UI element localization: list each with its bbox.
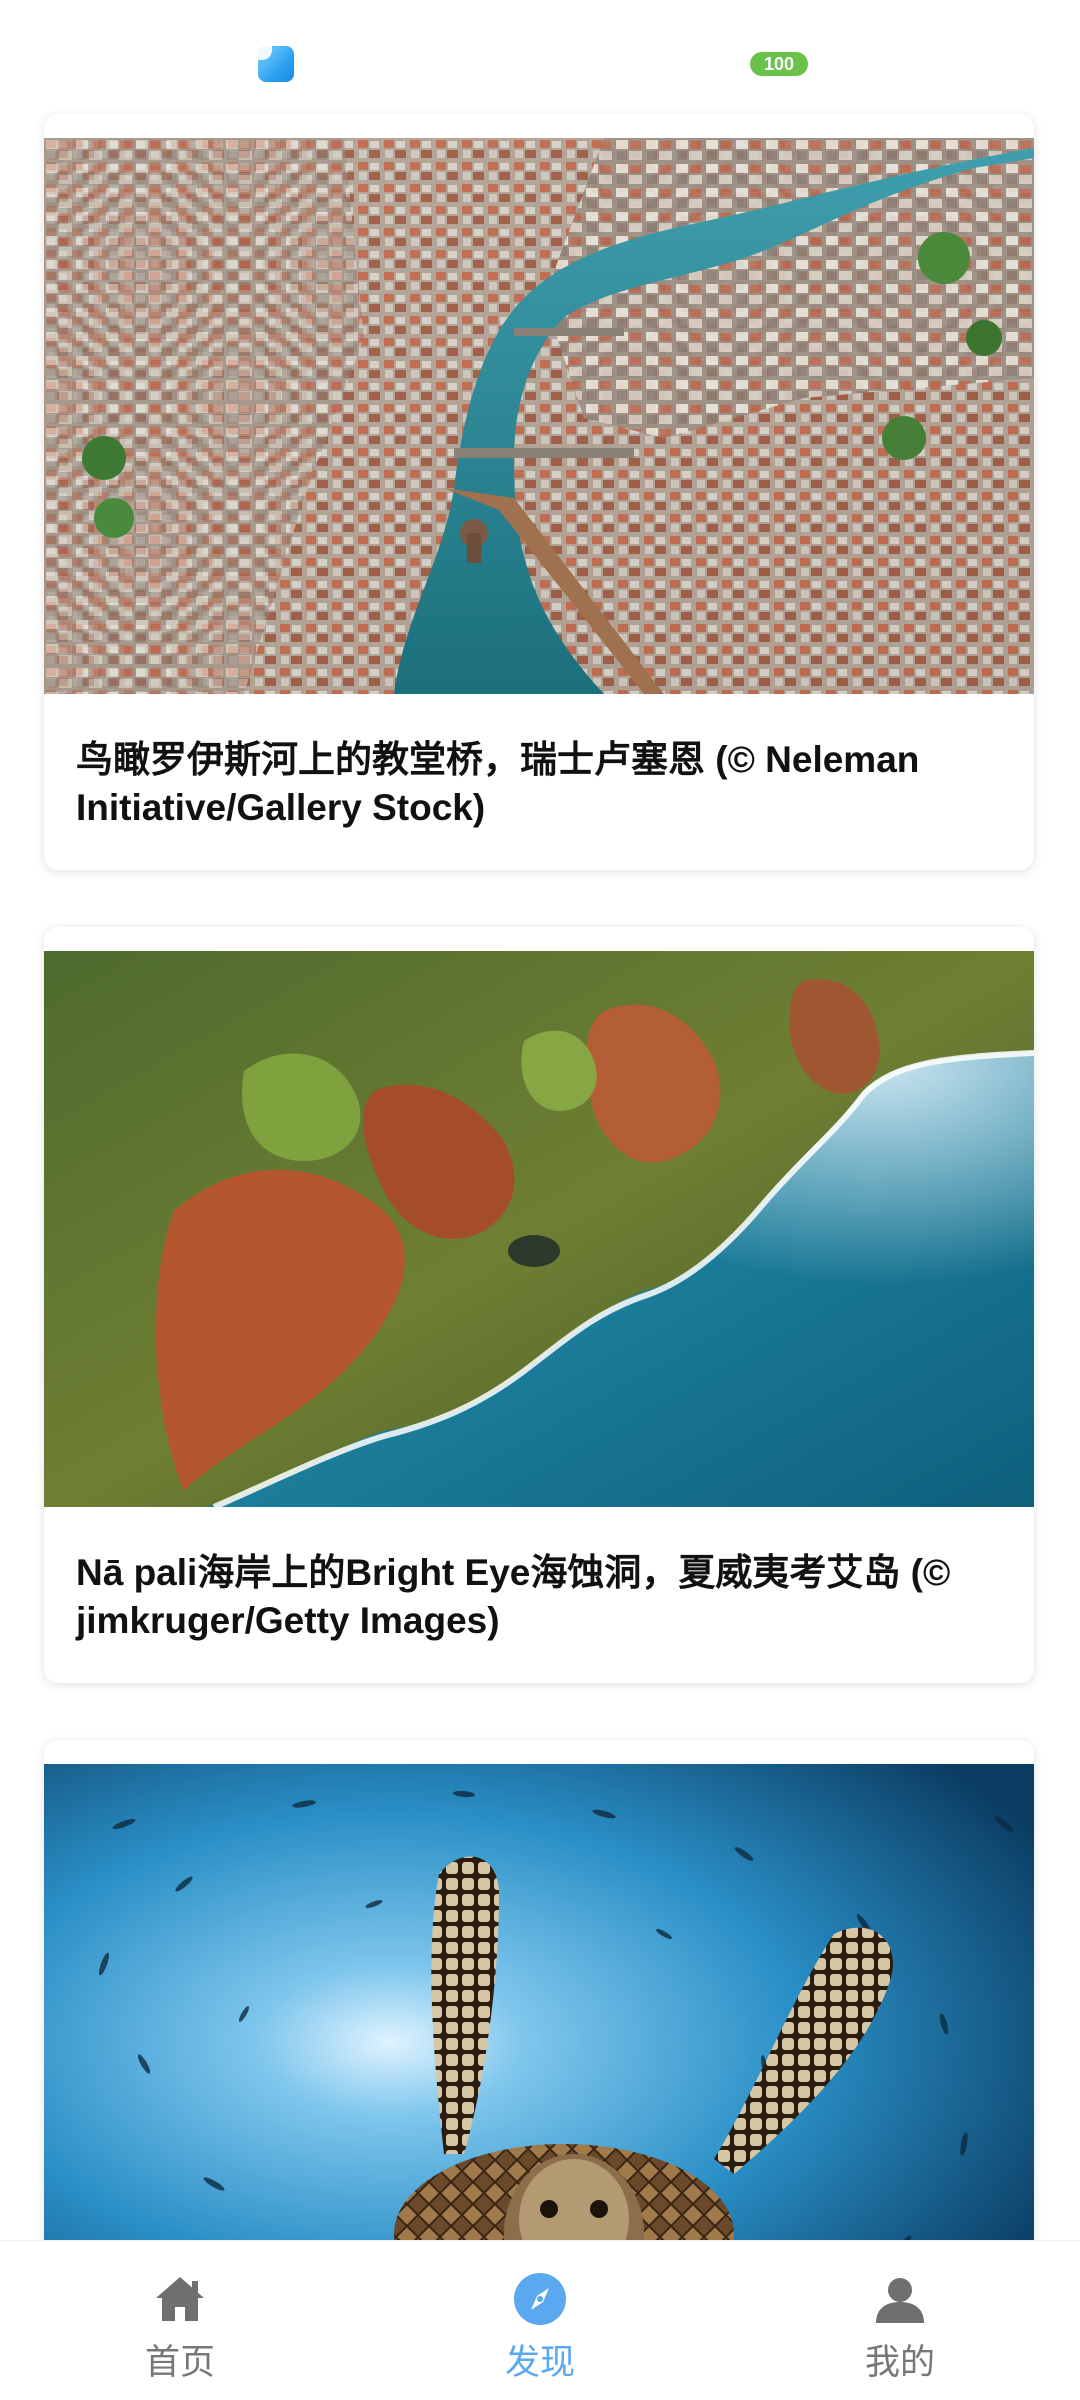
battery-icon: 100 [750, 52, 808, 76]
city-aerial-picture [44, 138, 1034, 694]
wallpaper-caption: Nā pali海岸上的Bright Eye海蚀洞，夏威夷考艾岛 (© jimkr… [76, 1552, 951, 1641]
app-icon [258, 46, 294, 82]
wallpaper-card[interactable] [44, 1740, 1034, 2240]
compass-icon [514, 2273, 566, 2325]
nav-label-mine: 我的 [864, 2343, 935, 2382]
wallpaper-image-sea-turtle[interactable] [44, 1764, 1034, 2240]
coast-aerial-picture [44, 951, 1034, 1507]
wallpaper-card[interactable]: Nā pali海岸上的Bright Eye海蚀洞，夏威夷考艾岛 (© jimkr… [44, 927, 1034, 1683]
wallpaper-image-na-pali[interactable] [44, 951, 1034, 1507]
nav-item-discover[interactable]: 发现 [360, 2241, 720, 2400]
nav-item-home[interactable]: 首页 [0, 2241, 360, 2400]
nav-item-mine[interactable]: 我的 [720, 2241, 1080, 2400]
wallpaper-image-lucerne[interactable] [44, 138, 1034, 694]
wallpaper-caption: 鸟瞰罗伊斯河上的教堂桥，瑞士卢塞恩 (© Neleman Initiative/… [76, 739, 920, 828]
discover-feed[interactable]: 鸟瞰罗伊斯河上的教堂桥，瑞士卢塞恩 (© Neleman Initiative/… [0, 110, 1080, 2240]
wallpaper-card[interactable]: 鸟瞰罗伊斯河上的教堂桥，瑞士卢塞恩 (© Neleman Initiative/… [44, 114, 1034, 870]
battery-level: 100 [763, 54, 795, 74]
bottom-navigation: 首页 发现 我的 [0, 2240, 1080, 2400]
status-bar: 100 [0, 0, 1080, 110]
nav-label-home: 首页 [144, 2343, 215, 2382]
user-icon [876, 2278, 924, 2323]
app-screen: 100 鸟瞰罗伊斯河上的教堂桥，瑞士卢塞恩 (© Neleman Initiat… [0, 0, 1080, 2400]
turtle-underwater-picture [44, 1764, 1034, 2240]
home-icon [156, 2277, 204, 2321]
nav-label-discover: 发现 [504, 2343, 575, 2382]
